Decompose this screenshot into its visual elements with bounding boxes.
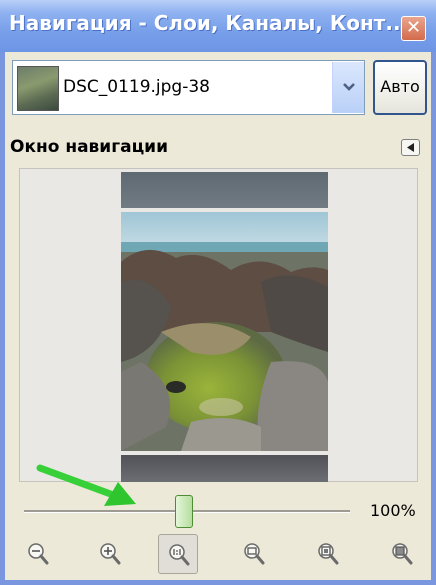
zoom-toolbar (18, 534, 428, 574)
chevron-down-icon (343, 83, 355, 91)
combo-dropdown-button[interactable] (332, 62, 364, 113)
image-thumbnail (17, 66, 59, 111)
image-name: DSC_0119.jpg-38 (63, 77, 210, 97)
zoom-fill-window-icon (392, 543, 413, 565)
zoom-fit-image-button[interactable] (308, 534, 348, 574)
zoom-value: 100% (370, 501, 416, 520)
navigation-preview[interactable] (19, 168, 418, 482)
auto-button[interactable]: Авто (373, 60, 427, 115)
title-bar[interactable]: Навигация - Слои, Каналы, Конт... ✕ (0, 0, 436, 52)
tab-menu-button[interactable] (401, 139, 420, 156)
preview-outside-bottom (121, 455, 328, 482)
zoom-out-button[interactable] (18, 534, 58, 574)
zoom-fill-window-button[interactable] (382, 534, 422, 574)
zoom-out-icon (28, 543, 49, 565)
image-combo-box[interactable]: DSC_0119.jpg-38 (12, 60, 365, 115)
preview-image (121, 212, 328, 451)
zoom-fit-width-button[interactable] (234, 534, 274, 574)
zoom-in-button[interactable] (90, 534, 130, 574)
zoom-1-1-button[interactable] (158, 534, 198, 574)
zoom-slider-row: 100% (18, 488, 428, 528)
close-icon: ✕ (405, 17, 422, 38)
section-header: Окно навигации (5, 127, 431, 167)
triangle-left-icon (407, 143, 414, 152)
zoom-slider-handle[interactable] (174, 495, 193, 528)
close-button[interactable]: ✕ (401, 16, 426, 41)
image-selector-row: DSC_0119.jpg-38 Авто (12, 60, 427, 115)
zoom-fit-image-icon (318, 543, 339, 565)
zoom-fit-width-icon (244, 543, 265, 565)
preview-outside-top (121, 172, 328, 208)
zoom-1-1-icon (169, 544, 190, 566)
zoom-in-icon (100, 543, 121, 565)
window-title: Навигация - Слои, Каналы, Конт... (9, 11, 409, 35)
preview-viewport[interactable] (121, 212, 328, 451)
section-title: Окно навигации (10, 137, 168, 157)
